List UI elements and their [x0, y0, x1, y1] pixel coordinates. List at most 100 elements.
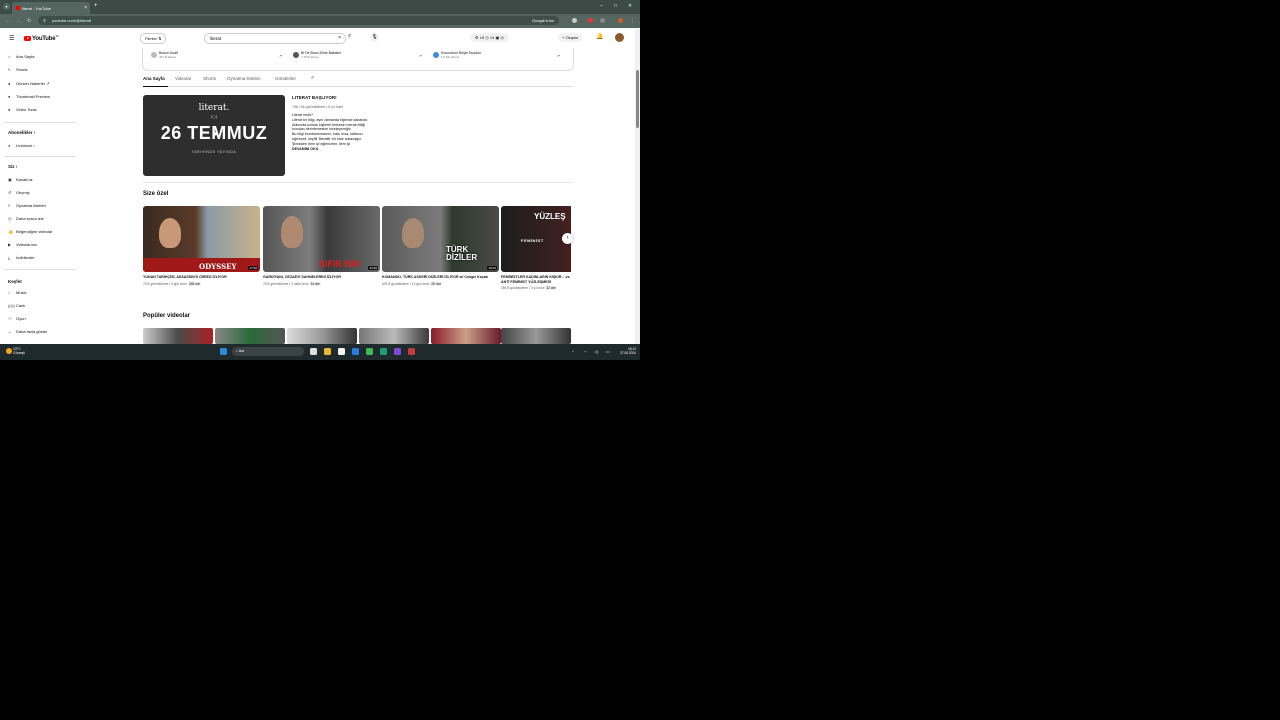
- video-card[interactable]: TÜRK DİZİLER 18:04 KOMANDO, TÜRK ASKERİ …: [382, 206, 499, 286]
- sidebar-item-live[interactable]: ((•))Canlı: [8, 302, 25, 310]
- sidebar-item-gaming[interactable]: ⚇ Oyun: [8, 315, 26, 323]
- popular-video-thumbnail[interactable]: [143, 328, 213, 344]
- video-card[interactable]: SIFIR BİR 12:30 GARDİYANI, CEZAEVİ SAHNE…: [263, 206, 380, 286]
- network-icon[interactable]: ⌁: [584, 349, 586, 354]
- video-thumbnail[interactable]: YÜZLEŞ FEMİNİST: [501, 206, 571, 272]
- volume-icon[interactable]: ◁): [594, 349, 598, 354]
- minimize-icon[interactable]: –: [600, 3, 603, 9]
- tab-search-icon[interactable]: ▾: [3, 3, 10, 10]
- popular-video-thumbnail[interactable]: [431, 328, 501, 344]
- taskbar-search[interactable]: ⌕ Ara: [232, 347, 304, 356]
- taskbar-clock[interactable]: 18:13 27.06.2024: [620, 347, 636, 355]
- discord-icon[interactable]: [394, 348, 401, 355]
- reload-icon[interactable]: ↻: [27, 18, 31, 24]
- sidebar-item-watch-later[interactable]: ◷ Daha sonra izle: [8, 215, 44, 223]
- sidebar-item-home[interactable]: ⌂ Ana Sayfa: [8, 53, 34, 61]
- tab-close-icon[interactable]: ×: [84, 5, 87, 11]
- language-icon[interactable]: ▭: [606, 349, 610, 354]
- sidebar-item-your-channel[interactable]: ▣ Kanalınız: [8, 176, 33, 184]
- create-button[interactable]: + Oluştur: [558, 33, 583, 42]
- browser-menu-icon[interactable]: ⋮: [630, 18, 635, 24]
- extensions-puzzle-icon[interactable]: [600, 18, 605, 23]
- video-title[interactable]: FEMİNİSTLER KADINLARIN KIŞKIR... vs. ANT…: [501, 275, 571, 284]
- sidebar-item-thumbnail-preview[interactable]: ● Thumbnail Preview: [8, 93, 50, 101]
- maximize-icon[interactable]: □: [614, 3, 617, 9]
- video-card[interactable]: YÜZLEŞ FEMİNİST FEMİNİSTLER KADINLARIN K…: [501, 206, 571, 290]
- avatar[interactable]: [615, 33, 624, 42]
- video-title[interactable]: YUNAN TARİHÇİSİ, ASSASSIN'S CREED İZLİYO…: [143, 275, 260, 280]
- close-window-icon[interactable]: ✕: [628, 3, 632, 9]
- play-icon[interactable]: [213, 131, 218, 137]
- video-thumbnail[interactable]: ODYSSEY 17:56: [143, 206, 260, 272]
- video-thumbnail[interactable]: SIFIR BİR 12:30: [263, 206, 380, 272]
- search-input[interactable]: literat ×: [204, 33, 346, 44]
- windows-start-icon[interactable]: [220, 348, 227, 355]
- read-more-link[interactable]: DEVAMINI OKU: [292, 147, 432, 152]
- subscriptions-heading[interactable]: Abonelikler ›: [8, 130, 35, 135]
- tab-videos[interactable]: Videolar: [175, 76, 191, 81]
- file-explorer-icon[interactable]: [324, 348, 331, 355]
- extension-icon[interactable]: [588, 18, 593, 23]
- task-view-icon[interactable]: [310, 348, 317, 355]
- sidebar-item-subscription[interactable]: ● Lezbenni •: [8, 142, 35, 150]
- sidebar-item-your-videos[interactable]: ▶ Videolarınız: [8, 241, 37, 249]
- sidebar-item-history[interactable]: ↺ Geçmiş: [8, 189, 30, 197]
- site-info-icon[interactable]: ⚲: [43, 18, 46, 23]
- browser-tab[interactable]: literat - YouTube ×: [12, 2, 90, 14]
- search-icon[interactable]: ⌕: [348, 33, 351, 40]
- popular-video-thumbnail[interactable]: [501, 328, 571, 344]
- tray-chevron-icon[interactable]: ^: [572, 349, 574, 354]
- external-link-icon[interactable]: ↗: [279, 54, 282, 58]
- you-heading[interactable]: Siz ›: [8, 164, 17, 169]
- related-channel[interactable]: Bi De Bunu Dinle Bakalım 7,78 B abone: [293, 51, 341, 59]
- clear-search-icon[interactable]: ×: [338, 34, 341, 43]
- url-field[interactable]: ⚲ youtube.com/@literatt: [38, 16, 538, 25]
- hamburger-menu-icon[interactable]: ☰: [9, 35, 14, 42]
- forward-icon[interactable]: →: [16, 18, 21, 24]
- tab-posts[interactable]: Gönderiler: [275, 76, 296, 81]
- video-thumbnail[interactable]: TÜRK DİZİLER 18:04: [382, 206, 499, 272]
- featured-title[interactable]: LITERAT BAŞLIYOR!: [292, 95, 432, 100]
- sidebar-item-shorts[interactable]: ϟ Shorts: [8, 66, 28, 74]
- notifications-bell-icon[interactable]: 🔔: [596, 33, 603, 40]
- bookmark-icon[interactable]: [572, 18, 577, 23]
- tab-shorts[interactable]: Shorts: [203, 76, 216, 81]
- chrome-icon[interactable]: [366, 348, 373, 355]
- video-title[interactable]: KOMANDO, TÜRK ASKERİ DİZİLERİ İZLİYOR w/…: [382, 275, 499, 280]
- sidebar-item-downloads[interactable]: ⤓ İndirilenler: [8, 254, 34, 262]
- notepad-icon[interactable]: [338, 348, 345, 355]
- tab-home[interactable]: Ana Sayfa: [143, 76, 165, 81]
- obs-icon[interactable]: [408, 348, 415, 355]
- sidebar-item-music[interactable]: ♪ Müzik: [8, 289, 26, 297]
- shelf-next-chevron-icon[interactable]: ›: [562, 233, 573, 244]
- edge-icon[interactable]: [352, 348, 359, 355]
- microphone-icon[interactable]: 🎙: [370, 33, 379, 42]
- quick-status-pill[interactable]: ⚙ 15 ◷ 14 ▣ ◎: [470, 33, 509, 42]
- scrollbar-thumb[interactable]: [636, 70, 639, 128]
- related-channel[interactable]: Kosova'nın Böyle Duydun 1,6 Mn abone: [433, 51, 481, 59]
- sidebar-item-show-more[interactable]: ⌄ Daha fazla göster: [8, 328, 47, 336]
- sidebar-item-video-tools[interactable]: ● Video Tools: [8, 106, 37, 114]
- external-link-icon[interactable]: ↗: [557, 54, 560, 58]
- popular-video-thumbnail[interactable]: [359, 328, 429, 344]
- back-icon[interactable]: ←: [5, 18, 10, 24]
- sidebar-item-liked[interactable]: 👍 Beğendiğim videolar: [8, 228, 52, 236]
- google-install-button[interactable]: Google'a kur: [528, 16, 559, 25]
- external-link-icon[interactable]: ↗: [419, 54, 422, 58]
- popular-video-thumbnail[interactable]: [215, 328, 285, 344]
- related-channel[interactable]: Bosun Ucalt 407 B abone: [151, 51, 178, 59]
- video-card[interactable]: ODYSSEY 17:56 YUNAN TARİHÇİSİ, ASSASSIN'…: [143, 206, 260, 286]
- featured-video-thumbnail[interactable]: literat. (○) 26 TEMMUZ TARİHİNDE YAYINDA: [143, 95, 285, 176]
- new-tab-icon[interactable]: +: [94, 3, 98, 9]
- popular-video-thumbnail[interactable]: [287, 328, 357, 344]
- profile-icon[interactable]: [618, 18, 623, 23]
- sidebar-item-news[interactable]: ● Güncel Haberler ↗: [8, 80, 50, 88]
- youtube-logo[interactable]: YouTubeTR: [24, 35, 59, 42]
- app-icon[interactable]: [380, 348, 387, 355]
- filter-chip[interactable]: Filmler ⇅: [140, 33, 167, 44]
- sidebar-item-playlists[interactable]: ≡ Oynatma listeleri: [8, 202, 46, 210]
- channel-search-icon[interactable]: ⌕: [311, 75, 314, 82]
- video-title[interactable]: GARDİYANI, CEZAEVİ SAHNELERİNİ İZLİYOR: [263, 275, 380, 280]
- weather-widget[interactable]: 13°C Güneşli: [6, 347, 25, 355]
- tab-playlists[interactable]: Oynatma listeleri: [227, 76, 261, 81]
